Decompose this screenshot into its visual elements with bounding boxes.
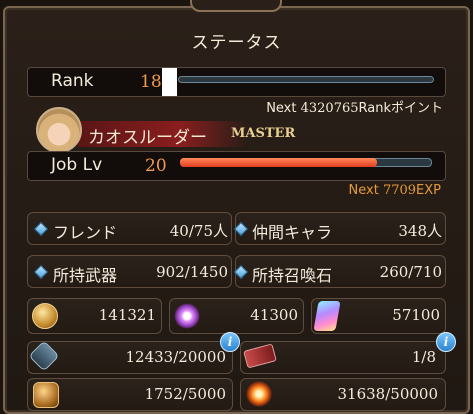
energy-icon: [246, 381, 272, 407]
crystal-shards-value: 41300: [250, 306, 298, 324]
ally-value: 348人: [398, 222, 442, 240]
next-exp-text: Next 7709EXP: [349, 183, 441, 198]
rank-value: 18: [140, 72, 162, 92]
title-ornament: [190, 0, 282, 12]
bp-icon: [33, 382, 59, 408]
next-rank-prefix: Next: [266, 101, 301, 116]
stamina-value: 12433/20000: [125, 348, 227, 366]
weapons-label: 所持武器: [53, 266, 118, 285]
rank-progress-track: [178, 76, 434, 83]
rank-label: Rank: [51, 71, 94, 91]
summons-value: 260/710: [379, 263, 442, 281]
tickets-value: 1/8: [411, 348, 436, 366]
friend-label: フレンド: [53, 223, 118, 242]
page-title: ステータス: [191, 33, 282, 53]
bp-value: 1752/5000: [144, 385, 226, 403]
crystal-shard-icon: [174, 303, 200, 329]
next-exp-prefix: Next: [348, 183, 383, 198]
class-name: カオスルーダー: [88, 128, 207, 148]
crystals-value: 57100: [392, 306, 440, 324]
ally-label: 仲間キャラ: [252, 223, 333, 242]
job-progress-fill: [180, 158, 377, 167]
job-level-label: Job Lv: [51, 155, 103, 175]
next-rank-suffix: Rankポイント: [358, 101, 443, 116]
summons-label: 所持召喚石: [252, 266, 333, 285]
rupie-value: 141321: [98, 306, 156, 324]
next-rank-text: Next 4320765Rankポイント: [266, 97, 443, 116]
next-rank-value: 4320765: [300, 101, 359, 116]
job-level-value: 20: [145, 156, 167, 176]
friend-value: 40/75人: [169, 222, 228, 240]
info-icon[interactable]: i: [436, 332, 456, 352]
next-exp-suffix: EXP: [416, 183, 441, 198]
weapons-value: 902/1450: [156, 263, 228, 281]
rupie-icon: [32, 303, 58, 329]
avatar[interactable]: [36, 107, 82, 153]
info-icon[interactable]: i: [220, 332, 240, 352]
master-badge: MASTER: [231, 126, 296, 141]
next-exp-value: 7709: [382, 183, 417, 198]
rank-progress-marker: [162, 68, 177, 96]
energy-value: 31638/50000: [337, 385, 439, 403]
